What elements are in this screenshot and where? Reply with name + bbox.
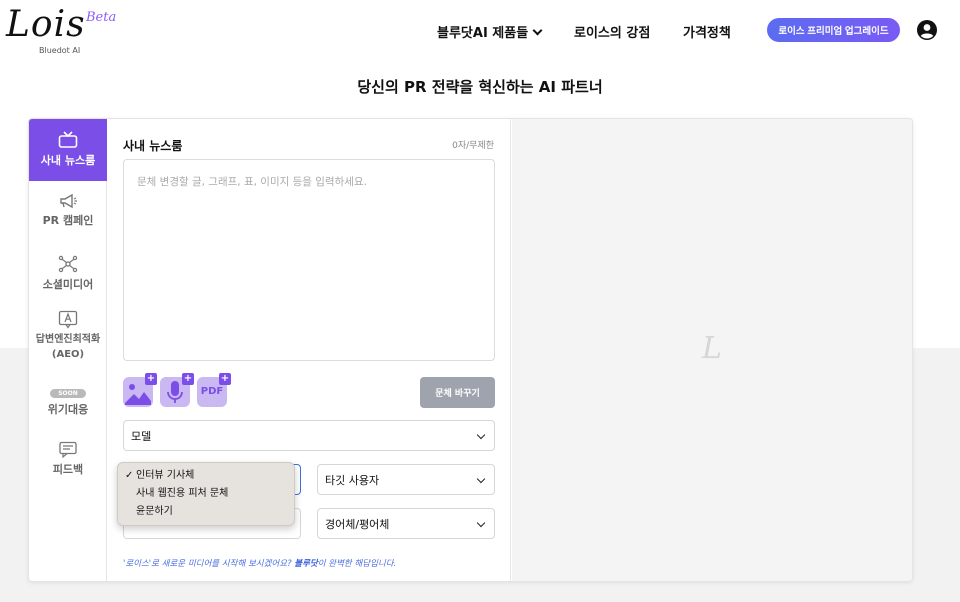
sidebar-item-pr-campaign[interactable]: PR 캠페인 bbox=[29, 193, 107, 233]
logo-beta: Beta bbox=[86, 10, 117, 25]
plus-icon: + bbox=[182, 373, 194, 385]
attach-audio-button[interactable]: + bbox=[160, 373, 194, 407]
promo-link[interactable]: 블루닷 bbox=[294, 559, 317, 569]
nav-pricing[interactable]: 가격정책 bbox=[683, 22, 731, 41]
ai-text-icon bbox=[58, 310, 78, 329]
chevron-down-icon bbox=[476, 430, 486, 440]
dropdown-option-interview[interactable]: ✓ 인터뷰 기사체 bbox=[118, 467, 294, 485]
option-label: 사내 웹진용 피처 문체 bbox=[136, 488, 229, 499]
checkmark-icon: ✓ bbox=[125, 470, 134, 481]
sidebar-item-aeo[interactable]: 답변엔진최적화 (AEO) bbox=[29, 310, 107, 362]
sidebar-item-label: 사내 뉴스룸 bbox=[40, 154, 96, 167]
sidebar-item-label: PR 캠페인 bbox=[42, 214, 94, 227]
page-tagline: 당신의 PR 전략을 혁신하는 AI 파트너 bbox=[357, 78, 603, 96]
attach-pdf-button[interactable]: PDF + bbox=[197, 373, 231, 407]
model-select[interactable]: 모델 bbox=[123, 420, 495, 451]
editor-panel: 사내 뉴스룸 0자/무제한 문체 변경할 글, 그래프, 표, 이미지 등을 입… bbox=[108, 119, 511, 581]
main-card: 사내 뉴스룸 PR 캠페인 소셜미디어 답변엔진최적화 (AEO) SOON 위… bbox=[28, 118, 913, 582]
tv-icon bbox=[58, 131, 78, 148]
megaphone-icon bbox=[60, 193, 77, 209]
option-label: 인터뷰 기사체 bbox=[136, 470, 195, 481]
model-select-value: 모델 bbox=[131, 429, 152, 443]
dropdown-option-webzine[interactable]: 사내 웹진용 피처 문체 bbox=[118, 485, 294, 503]
nav-strengths[interactable]: 로이스의 강점 bbox=[574, 22, 650, 41]
soon-badge: SOON bbox=[50, 389, 86, 398]
promo-text-end: 이 완벽한 해답입니다. bbox=[317, 559, 397, 569]
logo[interactable]: Lois Beta Bluedot AI bbox=[6, 4, 116, 55]
sidebar-item-label: 위기대응 bbox=[47, 403, 89, 416]
nav-products[interactable]: 블루닷AI 제품들 bbox=[437, 22, 543, 41]
user-account-icon[interactable] bbox=[917, 20, 937, 40]
sidebar-item-crisis[interactable]: SOON 위기대응 bbox=[29, 385, 107, 416]
plus-icon: + bbox=[145, 373, 157, 385]
pdf-icon: PDF bbox=[200, 386, 224, 397]
sidebar-item-feedback[interactable]: 피드백 bbox=[29, 441, 107, 481]
chevron-down-icon bbox=[476, 518, 486, 528]
network-icon bbox=[58, 255, 78, 273]
sidebar: 사내 뉴스룸 PR 캠페인 소셜미디어 답변엔진최적화 (AEO) SOON 위… bbox=[29, 119, 107, 581]
logo-subtitle: Bluedot AI bbox=[39, 46, 81, 55]
content-input[interactable]: 문체 변경할 글, 그래프, 표, 이미지 등을 입력하세요. bbox=[123, 159, 495, 361]
attach-image-button[interactable]: + bbox=[123, 373, 157, 407]
character-count: 0자/무제한 bbox=[452, 141, 494, 151]
style-dropdown-menu: ✓ 인터뷰 기사체 사내 웹진용 피처 문체 윤문하기 bbox=[117, 462, 295, 526]
preview-watermark-logo: L bbox=[702, 331, 722, 366]
premium-upgrade-button[interactable]: 로이스 프리미엄 업그레이드 bbox=[767, 18, 900, 42]
plus-icon: + bbox=[219, 373, 231, 385]
tone-select[interactable]: 경어체/평어체 bbox=[317, 508, 495, 539]
logo-wordmark: Lois bbox=[6, 4, 86, 45]
feedback-icon bbox=[59, 441, 77, 458]
chevron-down-icon bbox=[532, 25, 543, 36]
sidebar-item-label: 소셜미디어 bbox=[42, 278, 94, 291]
dropdown-option-polish[interactable]: 윤문하기 bbox=[118, 503, 294, 521]
sidebar-item-label: 피드백 bbox=[52, 463, 84, 476]
promo-text: '로이스'로 새로운 미디어를 시작해 보시겠어요? bbox=[123, 559, 295, 569]
promo-note: '로이스'로 새로운 미디어를 시작해 보시겠어요? 블루닷이 완벽한 해답입니… bbox=[123, 557, 396, 569]
sidebar-item-label-sub: (AEO) bbox=[51, 349, 85, 360]
sidebar-item-newsroom[interactable]: 사내 뉴스룸 bbox=[29, 119, 107, 181]
chevron-down-icon bbox=[476, 474, 486, 484]
sidebar-item-social-media[interactable]: 소셜미디어 bbox=[29, 255, 107, 295]
option-label: 윤문하기 bbox=[136, 506, 173, 517]
preview-panel: L bbox=[512, 119, 912, 581]
target-user-select[interactable]: 타깃 사용자 bbox=[317, 464, 495, 495]
editor-title: 사내 뉴스룸 bbox=[123, 139, 183, 153]
change-style-button[interactable]: 문체 바꾸기 bbox=[420, 377, 495, 408]
sidebar-item-label: 답변엔진최적화 bbox=[35, 334, 101, 345]
tone-select-value: 경어체/평어체 bbox=[325, 517, 390, 531]
target-select-value: 타깃 사용자 bbox=[325, 473, 380, 487]
nav-products-label: 블루닷AI 제품들 bbox=[437, 26, 529, 41]
